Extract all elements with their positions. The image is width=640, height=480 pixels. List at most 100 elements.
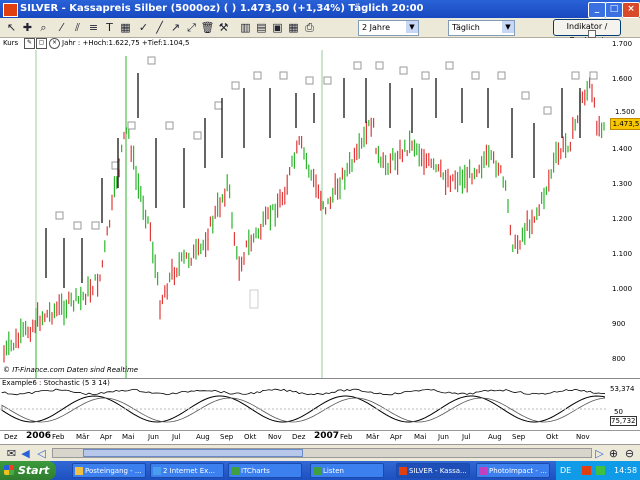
task-listen[interactable]: Listen: [310, 463, 384, 478]
indicator-value-top: 53,374: [610, 385, 635, 393]
price-chart-panel[interactable]: [0, 38, 640, 378]
price-tick-label: 800: [612, 355, 626, 363]
status-bar: ✉ ◀ ◁ ▷ ⊕ ⊖: [0, 444, 640, 461]
note-marker-icon: [193, 131, 202, 140]
check-icon[interactable]: ✓: [136, 20, 151, 35]
window-icon[interactable]: ▢: [36, 38, 47, 49]
indicator-value-mid: 50: [614, 408, 623, 416]
app-icon: [3, 3, 18, 17]
time-tick-label: Sep: [220, 433, 234, 441]
note-marker-icon: [305, 76, 314, 85]
candlestick-chart: [3, 50, 605, 378]
scale-icon[interactable]: ▣: [270, 20, 285, 35]
interval-select[interactable]: Täglich ▼: [448, 20, 515, 36]
note-marker-icon: [589, 71, 598, 80]
back-icon[interactable]: ◀: [18, 446, 33, 461]
note-marker-icon: [249, 289, 259, 309]
time-tick-label: Mai: [122, 433, 135, 441]
cursor-icon[interactable]: ↖: [4, 20, 19, 35]
clock: 14:58: [614, 466, 638, 475]
minimize-button[interactable]: _: [588, 2, 606, 18]
price-tick-label: 1.200: [612, 215, 633, 223]
time-tick-label: 2006: [26, 431, 52, 441]
note-marker-icon: [323, 76, 332, 85]
mail-icon[interactable]: ✉: [4, 446, 19, 461]
maximize-button[interactable]: □: [605, 2, 623, 18]
crosshair-icon[interactable]: ✚: [20, 20, 35, 35]
remove-icon[interactable]: ×: [49, 38, 60, 49]
scrollbar-thumb[interactable]: [83, 449, 303, 457]
tray-network-icon[interactable]: [596, 466, 605, 475]
zoom-out-icon[interactable]: ⊖: [622, 446, 637, 461]
chart-icon: [399, 467, 407, 475]
windows-logo-icon: [4, 465, 14, 475]
note-marker-icon: [497, 71, 506, 80]
left-icon[interactable]: ◁: [34, 446, 49, 461]
time-tick-label: Jun: [148, 433, 159, 441]
period-select[interactable]: 2 Jahre ▼: [358, 20, 419, 36]
time-scrollbar[interactable]: [52, 448, 592, 458]
edit-icon[interactable]: ✎: [24, 38, 35, 49]
note-marker-icon: [231, 81, 240, 90]
note-marker-icon: [147, 56, 156, 65]
zoom-icon[interactable]: ⌕: [36, 20, 51, 35]
note-marker-icon: [253, 71, 262, 80]
price-tick-label: 1.000: [612, 285, 633, 293]
settings-icon[interactable]: ▦: [286, 20, 301, 35]
note-marker-icon: [445, 61, 454, 70]
close-button[interactable]: ×: [622, 2, 640, 18]
task-itcharts[interactable]: ITCharts: [228, 463, 302, 478]
time-tick-label: Mär: [366, 433, 380, 441]
indicator-backtest-button[interactable]: Indikator / Backtest: [553, 19, 621, 45]
note-marker-icon: [353, 61, 362, 70]
chevron-down-icon: ▼: [502, 21, 514, 33]
note-marker-icon: [571, 71, 580, 80]
ray-icon[interactable]: ⤢: [184, 20, 199, 35]
measure-icon[interactable]: ▦: [118, 20, 133, 35]
range-info: Jahr : +Hoch:1.622,75 +Tief:1.104,5: [62, 39, 190, 47]
line-icon[interactable]: ╱: [152, 20, 167, 35]
time-tick-label: Okt: [244, 433, 257, 441]
current-price-badge: 1.473,5: [610, 118, 640, 130]
properties-icon[interactable]: ⚒: [216, 20, 231, 35]
channel-icon[interactable]: ⫽: [70, 20, 85, 35]
note-marker-icon: [91, 221, 100, 230]
note-marker-icon: [521, 91, 530, 100]
delete-icon[interactable]: 🗑: [200, 20, 215, 35]
trendline-icon[interactable]: ⁄: [54, 20, 69, 35]
bar-chart-icon[interactable]: ▤: [254, 20, 269, 35]
time-tick-label: Feb: [340, 433, 353, 441]
language-indicator[interactable]: DE: [560, 461, 571, 480]
task-silver[interactable]: SILVER - Kassa...: [396, 463, 470, 478]
system-tray: DE 14:58: [556, 461, 640, 480]
price-tick-label: 1.600: [612, 75, 633, 83]
time-tick-label: Nov: [576, 433, 590, 441]
tray-app-icon[interactable]: [582, 466, 591, 475]
note-marker-icon: [588, 30, 596, 38]
note-marker-icon: [279, 71, 288, 80]
chart-header: Kurs ✎ ▢ × Jahr : +Hoch:1.622,75 +Tief:1…: [0, 38, 640, 50]
time-tick-label: 2007: [314, 431, 340, 441]
print-icon[interactable]: ⎙: [302, 20, 317, 35]
zoom-in-icon[interactable]: ⊕: [606, 446, 621, 461]
price-tick-label: 1.400: [612, 145, 633, 153]
time-tick-label: Okt: [546, 433, 559, 441]
task-internet-explorer[interactable]: 2 Internet Ex...: [150, 463, 224, 478]
task-posteingang[interactable]: Posteingang - ...: [72, 463, 146, 478]
window-titlebar: SILVER - Kassapreis Silber (5000oz) ( ) …: [0, 0, 640, 18]
text-icon[interactable]: T: [102, 20, 117, 35]
fibonacci-icon[interactable]: ≡: [86, 20, 101, 35]
start-button[interactable]: Start: [0, 461, 56, 480]
time-tick-label: Jul: [462, 433, 471, 441]
task-photoimpact[interactable]: PhotoImpact - ...: [476, 463, 550, 478]
note-marker-icon: [471, 71, 480, 80]
time-tick-label: Mai: [414, 433, 427, 441]
note-marker-icon: [165, 121, 174, 130]
chart-type-icon[interactable]: ▥: [238, 20, 253, 35]
watermark: © IT-Finance.com Daten sind Realtime: [3, 366, 139, 374]
price-tick-label: 1.100: [612, 250, 633, 258]
chart-icon: [231, 467, 239, 475]
time-tick-label: Sep: [512, 433, 526, 441]
arrow-line-icon[interactable]: ↗: [168, 20, 183, 35]
right-icon[interactable]: ▷: [592, 446, 607, 461]
